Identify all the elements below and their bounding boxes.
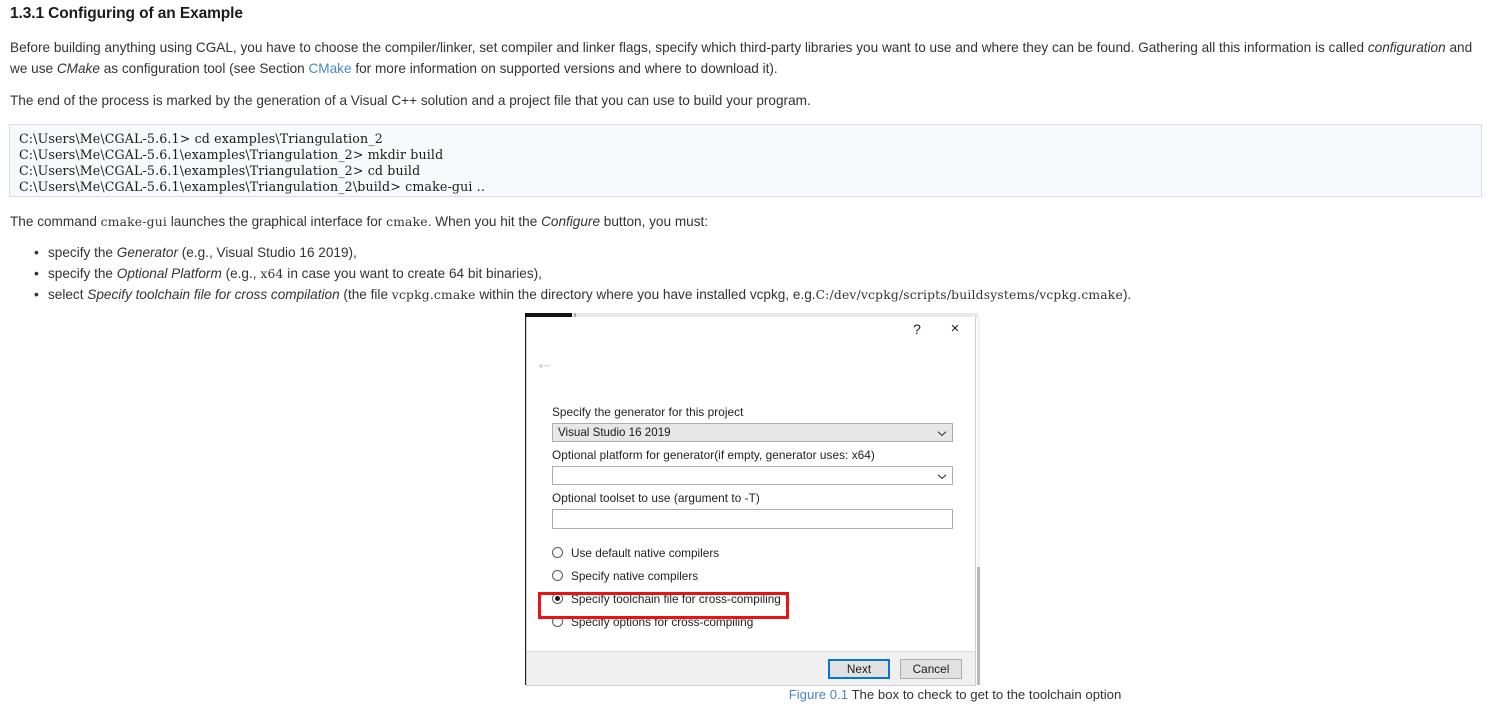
list-item-text-2: (the file bbox=[339, 286, 392, 302]
cancel-button[interactable]: Cancel bbox=[900, 658, 962, 679]
radio-icon bbox=[552, 570, 563, 581]
radio-label: Specify toolchain file for cross-compili… bbox=[571, 591, 781, 606]
close-icon[interactable]: × bbox=[947, 320, 963, 338]
cmake-section-link[interactable]: CMake bbox=[308, 61, 351, 76]
paragraph-cmake-gui-text-4: button, you must: bbox=[600, 214, 709, 229]
dialog-body: Specify the generator for this project V… bbox=[527, 405, 975, 633]
paragraph-cmake-gui-text-3: . When you hit the bbox=[427, 214, 542, 229]
code-line: C:\Users\Me\CGAL-5.6.1\examples\Triangul… bbox=[19, 147, 444, 162]
radio-use-default-native-compilers[interactable]: Use default native compilers bbox=[552, 541, 953, 564]
list-item-text-4: ). bbox=[1122, 286, 1132, 302]
dialog-window: ? × ← Specify the generator for this pro… bbox=[526, 317, 976, 686]
chevron-down-icon bbox=[937, 471, 947, 480]
radio-selected-icon bbox=[552, 593, 563, 604]
radio-specify-native-compilers[interactable]: Specify native compilers bbox=[552, 564, 953, 587]
page-title: 1.3.1 Configuring of an Example bbox=[10, 5, 243, 22]
paragraph-intro-text-4: for more information on supported versio… bbox=[351, 60, 778, 76]
paragraph-cmake-gui-emphasis-configure: Configure bbox=[541, 214, 601, 229]
chevron-down-icon bbox=[937, 428, 947, 437]
list-item-text-3: in case you want to create 64 bit binari… bbox=[283, 265, 542, 281]
compiler-option-radio-group: Use default native compilers Specify nat… bbox=[552, 541, 953, 633]
toolset-input[interactable] bbox=[552, 509, 953, 529]
figure-number: Figure 0.1 bbox=[788, 687, 849, 702]
titlebar-buttons: ? × bbox=[909, 320, 963, 338]
paragraph-end-of-process: The end of the process is marked by the … bbox=[10, 93, 811, 108]
generator-select-value: Visual Studio 16 2019 bbox=[558, 426, 671, 439]
paragraph-cmake-gui-text-2: launches the graphical interface for bbox=[166, 214, 387, 229]
list-item: specify the Generator (e.g., Visual Stud… bbox=[10, 242, 1460, 263]
radio-label: Use default native compilers bbox=[571, 545, 720, 560]
code-line: C:\Users\Me\CGAL-5.6.1\examples\Triangul… bbox=[19, 163, 421, 178]
list-item: specify the Optional Platform (e.g., x64… bbox=[10, 263, 1460, 284]
next-button[interactable]: Next bbox=[828, 658, 890, 679]
inline-code-cmake-gui: cmake-gui bbox=[100, 215, 167, 229]
radio-icon bbox=[552, 547, 563, 558]
paragraph-intro-text-1: Before building anything using CGAL, you… bbox=[10, 40, 1368, 55]
cmake-configure-dialog: ? × ← Specify the generator for this pro… bbox=[525, 313, 980, 686]
inline-code-cmake: cmake bbox=[386, 215, 428, 229]
instruction-list: specify the Generator (e.g., Visual Stud… bbox=[10, 242, 1460, 305]
paragraph-cmake-gui-text-1: The command bbox=[10, 214, 101, 229]
list-item-text-2: (e.g., Visual Studio 16 2019), bbox=[177, 245, 357, 260]
dialog-scrollbar[interactable] bbox=[977, 317, 980, 685]
terminal-code-block: C:\Users\Me\CGAL-5.6.1> cd examples\Tria… bbox=[9, 124, 1482, 197]
radio-specify-toolchain-file[interactable]: Specify toolchain file for cross-compili… bbox=[552, 587, 953, 610]
platform-select[interactable] bbox=[552, 466, 953, 485]
figure-caption-text: The box to check to get to the toolchain… bbox=[848, 687, 1122, 702]
list-item: select Specify toolchain file for cross … bbox=[10, 284, 1460, 305]
paragraph-cmake-gui: The command cmake-gui launches the graph… bbox=[10, 212, 1492, 233]
list-item-emphasis: Generator bbox=[116, 245, 178, 260]
code-line: C:\Users\Me\CGAL-5.6.1> cd examples\Tria… bbox=[19, 131, 383, 146]
generator-label: Specify the generator for this project bbox=[552, 405, 744, 419]
dialog-titlebar: ? × bbox=[527, 317, 975, 351]
radio-specify-options-cross-compiling[interactable]: Specify options for cross-compiling bbox=[552, 610, 953, 633]
radio-label: Specify native compilers bbox=[571, 568, 699, 583]
paragraph-intro-emphasis-cmake: CMake bbox=[56, 60, 100, 76]
paragraph-intro: Before building anything using CGAL, you… bbox=[10, 38, 1492, 79]
platform-label: Optional platform for generator(if empty… bbox=[552, 448, 875, 462]
radio-label: Specify options for cross-compiling bbox=[571, 614, 754, 629]
list-item-text-1: specify the bbox=[48, 245, 117, 260]
list-item-emphasis: Optional Platform bbox=[116, 265, 222, 281]
paragraph-intro-text-3: as configuration tool (see Section bbox=[99, 60, 309, 76]
inline-code-vcpkg-path: C:/dev/vcpkg/scripts/buildsystems/vcpkg.… bbox=[815, 287, 1123, 302]
help-icon[interactable]: ? bbox=[909, 320, 925, 338]
list-item-text-1: specify the bbox=[48, 265, 117, 281]
list-item-text-2: (e.g., bbox=[221, 265, 261, 281]
back-arrow-icon[interactable]: ← bbox=[535, 354, 554, 373]
dialog-footer: Next Cancel bbox=[527, 651, 975, 685]
figure-caption: Figure 0.1 The box to check to get to th… bbox=[525, 687, 1385, 702]
radio-icon bbox=[552, 616, 563, 627]
scrollbar-thumb[interactable] bbox=[977, 567, 980, 685]
code-line: C:\Users\Me\CGAL-5.6.1\examples\Triangul… bbox=[19, 179, 485, 194]
list-item-emphasis: Specify toolchain file for cross compila… bbox=[87, 286, 340, 302]
inline-code-vcpkg-cmake: vcpkg.cmake bbox=[391, 287, 476, 302]
generator-select[interactable]: Visual Studio 16 2019 bbox=[552, 423, 953, 442]
list-item-text-1: select bbox=[48, 286, 88, 302]
toolset-label: Optional toolset to use (argument to -T) bbox=[552, 491, 760, 505]
list-item-text-3: within the directory where you have inst… bbox=[475, 286, 816, 302]
paragraph-intro-emphasis-configuration: configuration bbox=[1367, 40, 1446, 55]
inline-code-x64: x64 bbox=[260, 266, 284, 281]
